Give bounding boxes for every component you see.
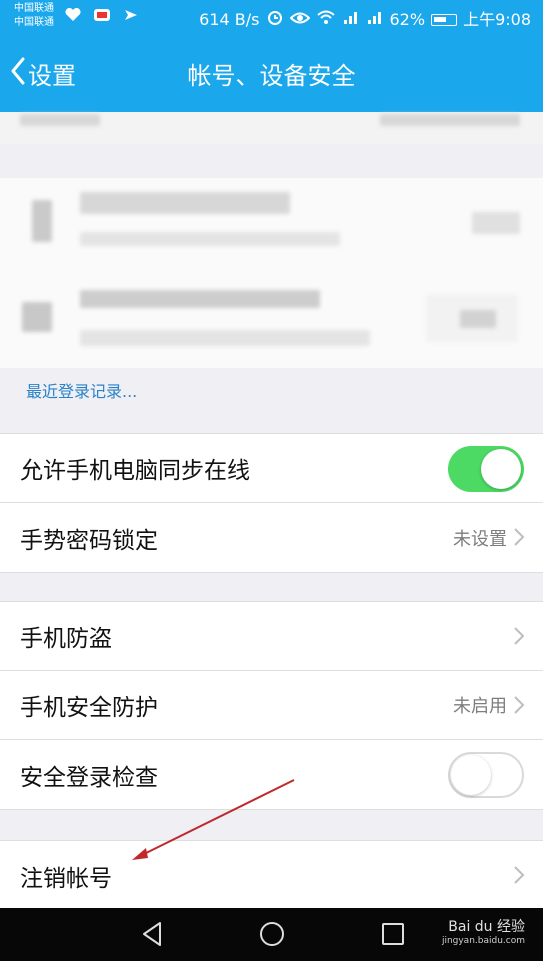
blurred-text: [80, 290, 320, 308]
gesture-lock-row[interactable]: 手势密码锁定 未设置: [0, 503, 543, 572]
blurred-text: [80, 192, 290, 214]
alarm-icon: [266, 8, 284, 31]
carrier-1: 中国联通: [14, 3, 54, 14]
chevron-right-icon: [513, 865, 525, 889]
blurred-text: [460, 310, 496, 328]
sync-online-label: 允许手机电脑同步在线: [20, 458, 250, 484]
cancel-account-label: 注销帐号: [20, 865, 112, 892]
chevron-right-icon: [513, 695, 525, 719]
device-item[interactable]: [0, 278, 543, 368]
blurred-text: [80, 232, 340, 246]
anti-theft-label: 手机防盗: [20, 626, 112, 652]
settings-group-sync: 允许手机电脑同步在线 手势密码锁定 未设置: [0, 433, 543, 573]
battery-icon: [431, 13, 458, 26]
sync-online-toggle[interactable]: [448, 446, 524, 492]
system-nav-bar: Bai du 经验 jingyan.baidu.com: [0, 908, 543, 961]
settings-group-security: 手机防盗 手机安全防护 未启用 安全登录检查: [0, 601, 543, 810]
wifi-icon: [316, 9, 336, 30]
carrier-2: 中国联通: [14, 17, 54, 28]
gesture-lock-label: 手势密码锁定: [20, 527, 158, 554]
carrier-info: 中国联通 中国联通: [14, 2, 54, 30]
device-icon: [22, 302, 52, 332]
login-check-label: 安全登录检查: [20, 764, 158, 791]
chevron-right-icon: [513, 626, 525, 650]
status-bar: 中国联通 中国联通 614 B/s 62% 上午9:08: [0, 0, 543, 36]
watermark-brand: Bai du 经验: [448, 919, 525, 935]
signal-4g-icon: [366, 9, 384, 30]
security-protect-label: 手机安全防护: [20, 695, 158, 721]
sync-online-row: 允许手机电脑同步在线: [0, 434, 543, 503]
cancel-account-row[interactable]: 注销帐号: [0, 841, 543, 910]
toggle-knob: [481, 449, 521, 489]
anti-theft-row[interactable]: 手机防盗: [0, 602, 543, 671]
settings-group-account: 注销帐号: [0, 840, 543, 910]
watermark-url: jingyan.baidu.com: [441, 936, 525, 946]
security-protect-value: 未启用: [453, 696, 507, 717]
gesture-lock-value: 未设置: [453, 528, 507, 550]
device-icon: [32, 200, 52, 242]
page-title: 帐号、设备安全: [187, 62, 356, 90]
toggle-knob: [451, 755, 491, 795]
blurred-text: [472, 212, 520, 234]
baidu-jingyan-watermark: Bai du 经验 jingyan.baidu.com: [442, 916, 525, 946]
blurred-text: [20, 114, 100, 126]
notification-icons: [64, 7, 146, 26]
send-icon: [122, 7, 140, 21]
blurred-text: [380, 114, 520, 126]
home-circle-icon[interactable]: [258, 920, 286, 952]
chevron-right-icon: [513, 527, 525, 551]
app-badge-icon: [93, 7, 111, 21]
device-item[interactable]: [0, 178, 543, 273]
clock: 上午9:08: [463, 9, 531, 29]
login-check-row: 安全登录检查: [0, 740, 543, 809]
blurred-text: [80, 330, 370, 346]
device-list: [0, 178, 543, 368]
recent-login-link[interactable]: 最近登录记录...: [26, 378, 137, 402]
back-triangle-icon[interactable]: [140, 920, 164, 952]
security-protect-row[interactable]: 手机安全防护 未启用: [0, 671, 543, 740]
nav-bar: 设置 帐号、设备安全: [0, 36, 543, 112]
battery-level: 62%: [389, 9, 426, 29]
signal-2g-icon: [342, 9, 360, 30]
recent-apps-square-icon[interactable]: [380, 920, 406, 952]
login-check-toggle[interactable]: [448, 752, 524, 798]
network-speed: 614 B/s: [199, 9, 260, 29]
eye-icon: [289, 10, 310, 30]
status-right: 614 B/s 62% 上午9:08: [199, 8, 531, 31]
heart-icon: [64, 7, 82, 21]
blurred-account-row: [0, 112, 543, 144]
